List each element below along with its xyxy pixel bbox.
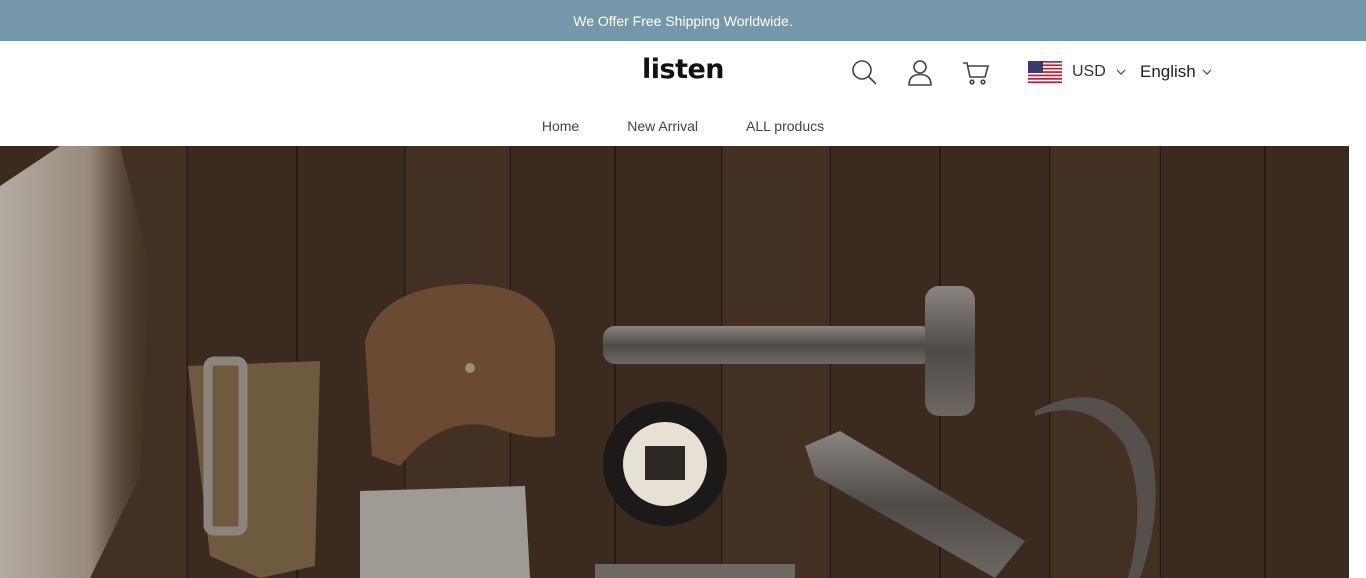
announcement-bar: We Offer Free Shipping Worldwide.: [0, 0, 1366, 41]
hero-banner[interactable]: [0, 146, 1349, 578]
nav-item-home[interactable]: Home: [518, 118, 603, 134]
search-icon: [852, 60, 877, 85]
logo-text[interactable]: listen: [642, 54, 725, 85]
currency-selector[interactable]: USD: [1028, 59, 1126, 85]
user-icon: [908, 60, 932, 86]
nav-item-new-arrival[interactable]: New Arrival: [603, 118, 722, 134]
currency-label: USD: [1072, 63, 1106, 80]
site-header: listen USD English: [0, 41, 1366, 105]
language-label: English: [1140, 62, 1196, 81]
chevron-down-icon: [1202, 69, 1212, 75]
announcement-text: We Offer Free Shipping Worldwide.: [573, 12, 793, 29]
cart-icon: [963, 62, 990, 85]
hero-tools-on-wood-image: [0, 146, 1349, 578]
us-flag-icon: [1028, 61, 1062, 83]
account-button[interactable]: [905, 57, 935, 87]
cart-button[interactable]: [961, 57, 991, 87]
language-selector[interactable]: English: [1140, 59, 1212, 85]
main-nav: Home New Arrival ALL producs: [0, 105, 1366, 146]
search-button[interactable]: [849, 57, 879, 87]
nav-item-all-products[interactable]: ALL producs: [722, 118, 848, 134]
chevron-down-icon: [1116, 69, 1126, 75]
